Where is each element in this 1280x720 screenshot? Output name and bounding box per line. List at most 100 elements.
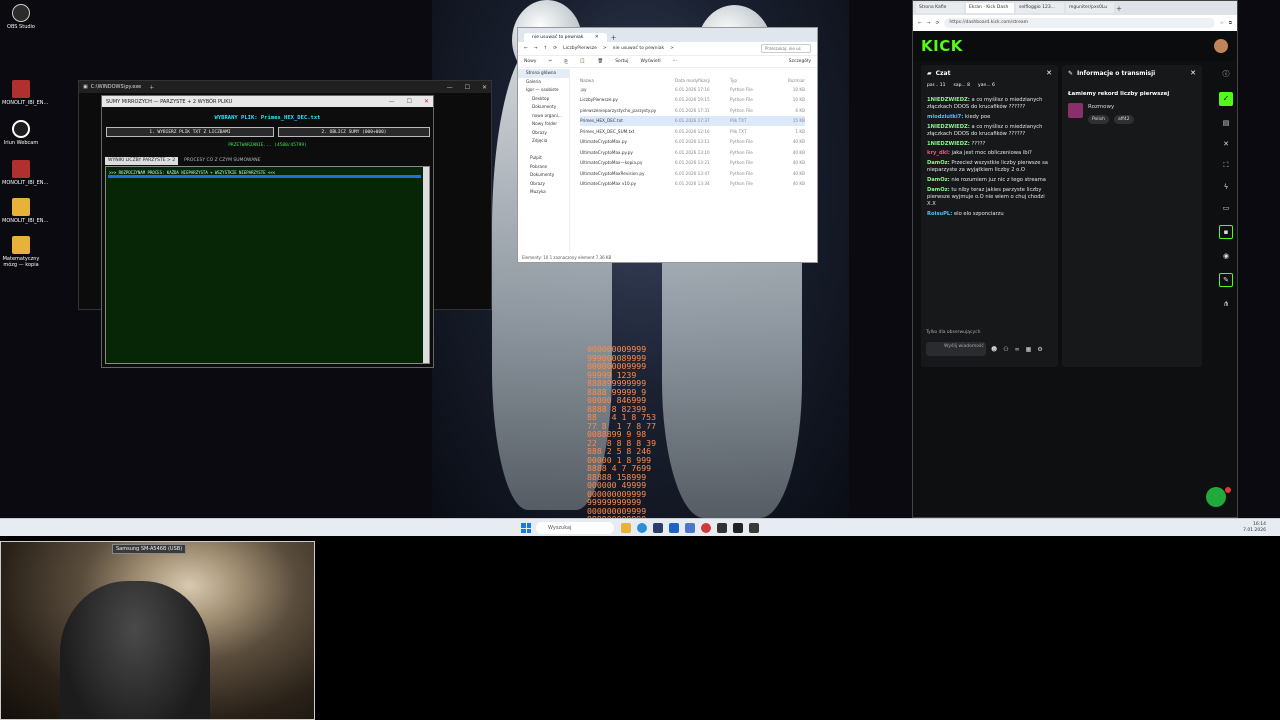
calendar-icon[interactable]: ▦ [1026,346,1032,353]
sidebar-item-downloads[interactable]: Pobrane [518,163,569,172]
chat-message[interactable]: kry_dkl: jaka jest moc obliczeniowa ibi? [927,150,1052,157]
app-window[interactable]: SUMY MIRROZYCH — PARZYSTE + 2 WYBÓR PLIK… [101,95,434,368]
explorer-search-input[interactable]: Przeszukaj: nie us [761,44,811,53]
document-icon[interactable]: ▭ [1223,204,1230,212]
explorer-address-bar[interactable]: ← → ↑ ⟳ LiczbyPierwsze > nie usuwać to p… [518,42,817,56]
file-row[interactable]: UltimateCryptoMax.py.py 6.01.2026 13:10 Py… [580,147,805,158]
breadcrumb-item[interactable]: LiczbyPierwsze [563,46,597,51]
file-row[interactable]: UltimateCryptoMax.py 6.01.2026 13:11 Pytho… [580,137,805,148]
sidebar-item-gallery[interactable]: Galeria [518,78,569,87]
file-row[interactable]: Primes_HEX_DEC_SUM.txt 6.01.2026 12:16 Pli… [580,126,805,137]
sidebar-item-music[interactable]: Muzyka [518,188,569,197]
sidebar-item-desktop[interactable]: Desktop [518,95,569,104]
sidebar-item-home[interactable]: Strona główna [518,69,569,78]
sidebar-item-desktop-pin[interactable]: Pulpit [518,154,569,163]
column-type[interactable]: Typ [730,78,775,83]
infinity-icon[interactable]: ∞ [1015,346,1020,353]
back-icon[interactable]: ← [918,21,922,26]
chat-bubble-icon[interactable]: ▪ [1219,225,1233,239]
file-row[interactable]: .py 6.01.2026 17:16 Python File 10 KB [580,84,805,95]
system-tray[interactable]: 16:14 7.01.2026 [1243,522,1266,533]
leaderboard-item[interactable]: par... 11 [927,83,946,88]
file-explorer-window[interactable]: nie usuwać to pewniak ✕ ＋ ← → ↑ ⟳ Liczby… [517,27,818,263]
minimize-icon[interactable]: — [447,84,453,91]
stream-category[interactable]: Rozmowy [1088,104,1114,110]
delete-icon[interactable]: 🗑 [597,59,603,64]
log-output[interactable]: >>> ROZPOCZYNAM PROCES: KAŻDA NIEPARZYST… [105,166,430,364]
url-input[interactable]: https://dashboard.kick.com/stream [944,18,1215,28]
terminal-icon[interactable] [733,523,743,533]
maximize-icon[interactable]: ☐ [407,98,412,105]
file-explorer-icon[interactable] [621,523,631,533]
chat-message[interactable]: 1NIEDZWIEDZ: a co myślisz o miedzianych … [927,97,1052,111]
desktop-icon-iriun[interactable]: Iriun Webcam [2,120,40,146]
sidebar-item-pictures-pin[interactable]: Obrazy [518,180,569,189]
chrome-icon[interactable] [701,523,711,533]
tab-even-results[interactable]: WYNIKI LICZBY PARZYSTE > 2 [105,157,179,165]
column-name[interactable]: Nazwa [580,78,675,83]
close-icon[interactable]: ✕ [424,98,429,105]
chat-messages[interactable]: 1NIEDZWIEDZ: a co myślisz o miedzianych … [927,97,1052,220]
desktop-icon-archive-2[interactable]: MONOLIT_IBI_EN... [2,160,48,186]
python-icon[interactable] [749,523,759,533]
star-icon[interactable]: ☆ [1220,21,1224,26]
gear-icon[interactable]: ⚙ [1037,346,1042,353]
view-button[interactable]: Wyświetl [641,59,661,64]
forward-icon[interactable]: → [534,46,538,51]
chat-username[interactable]: 1NIEDZWIEDZ: [927,97,970,103]
back-icon[interactable]: ← [524,46,528,51]
taskbar-search-input[interactable]: Wyszukaj [536,522,614,534]
sidebar-item-folder[interactable]: nowa organi... [518,112,569,121]
store-icon[interactable] [653,523,663,533]
sidebar-item-pictures[interactable]: Obrazy [518,129,569,138]
column-size[interactable]: Rozmiar [775,78,805,83]
expand-icon[interactable]: ⛶ [1224,161,1229,170]
browser-tab[interactable]: selfloggio 123... [1016,3,1064,13]
browser-window[interactable]: Strona Kafle Ekran · Kick Dash selfloggi… [912,0,1238,518]
chat-username[interactable]: DamOz: [927,187,950,193]
app-titlebar[interactable]: SUMY MIRROZYCH — PARZYSTE + 2 WYBÓR PLIK… [102,96,433,107]
chat-message[interactable]: DamOz: nie rozumiem juz nic z tego strea… [927,177,1052,184]
sidebar-item-documents[interactable]: Dokumenty [518,103,569,112]
broadcast-icon[interactable]: ◉ [1223,252,1229,260]
emoji-icon[interactable]: ☻ [991,346,997,353]
browser-tab[interactable]: Strona Kafle [916,3,964,13]
sidebar-item-onedrive[interactable]: Igor — osobiste [518,86,569,95]
chat-username[interactable]: DamOz: [927,160,950,166]
sidebar-item-folder[interactable]: Nowy folder [518,120,569,129]
chat-input[interactable]: Wyślij wiadomość [926,342,986,356]
close-icon[interactable]: ✕ [1046,69,1052,77]
new-tab-icon[interactable]: ＋ [1116,4,1122,13]
outlook-icon[interactable] [669,523,679,533]
close-icon[interactable]: ✕ [595,35,599,40]
sort-button[interactable]: Sortuj [615,59,628,64]
windows-start-icon[interactable] [521,523,531,533]
stream-tag[interactable]: Polish [1088,115,1110,124]
browser-tab[interactable]: mguniter/pxs0Lu [1066,3,1114,13]
explorer-tab[interactable]: nie usuwać to pewniak ✕ [524,33,607,42]
leaderboard-item[interactable]: sap... 8 [954,83,971,88]
forward-icon[interactable]: → [927,21,931,26]
file-row[interactable]: Primes_HEX_DEC.txt 6.01.2026 17:37 Plik TX… [580,115,805,126]
chat-message[interactable]: RoisuPL: elo elo szponciarzu [927,211,1052,218]
file-row[interactable]: LiczbyPierwsze.py 6.01.2026 19:15 Python F… [580,95,805,106]
lightning-icon[interactable]: ϟ [1224,183,1229,191]
chat-username[interactable]: miodziutki7: [927,114,963,120]
close-icon[interactable]: ✕ [1223,140,1229,148]
info-icon[interactable]: ⓘ [1223,69,1230,79]
app-icon[interactable] [685,523,695,533]
layout-icon[interactable]: ▤ [1223,119,1230,127]
file-row[interactable]: UltimateCryptoMax—kopia.py 6.01.2026 13:2… [580,158,805,169]
chat-message[interactable]: miodziutki7: kiedy poe [927,114,1052,121]
column-date[interactable]: Data modyfikacji [675,78,730,83]
support-button[interactable] [1206,487,1226,507]
up-icon[interactable]: ↑ [544,46,548,51]
cut-icon[interactable]: ✂ [548,59,552,64]
chat-message[interactable]: DamOz: tu niby teraz jakies parzyste lic… [927,187,1052,209]
chat-username[interactable]: 1NIEDZWIEDZ: [927,124,970,130]
paste-icon[interactable]: 📋 [580,59,586,64]
desktop-icon-folder[interactable]: MONOLIT_IBI_EN... [2,198,48,224]
chat-username[interactable]: RoisuPL: [927,211,952,217]
copy-icon[interactable]: ⎘ [564,59,568,65]
log-scrollbar[interactable] [423,167,429,363]
